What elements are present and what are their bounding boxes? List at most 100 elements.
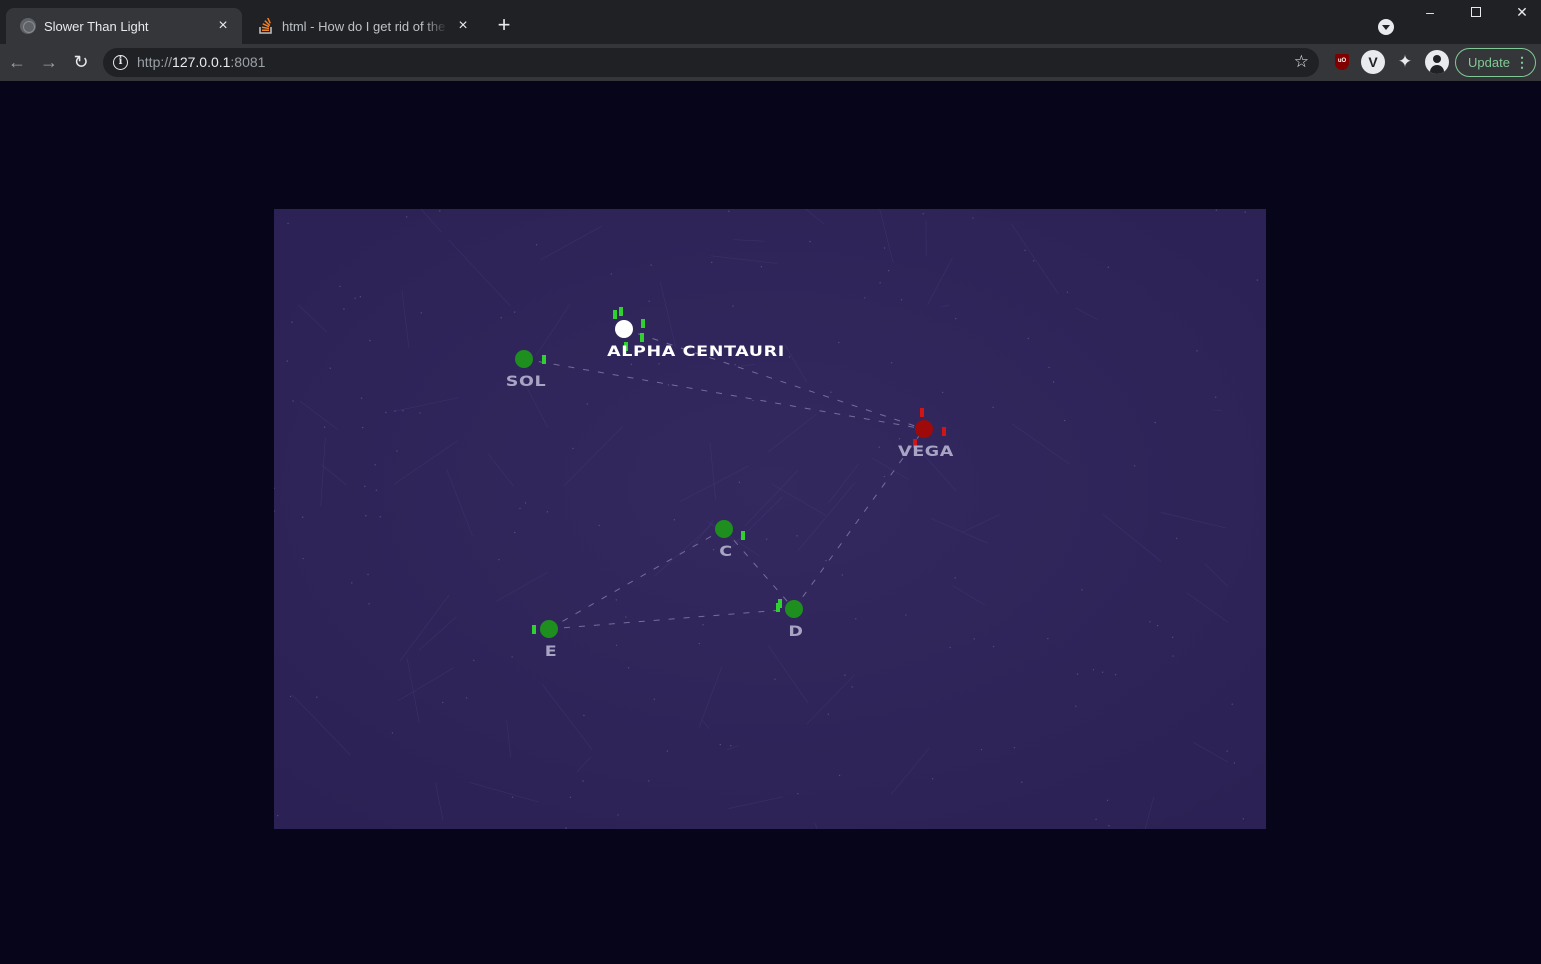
star-alpha[interactable] xyxy=(615,320,633,338)
background-star xyxy=(1215,209,1218,211)
background-star xyxy=(1175,537,1178,540)
background-star xyxy=(931,778,934,780)
star-e[interactable] xyxy=(540,620,558,638)
background-star xyxy=(838,341,840,344)
background-star xyxy=(375,489,378,491)
background-star xyxy=(513,311,516,313)
star-map[interactable]: SOL ALPHA CENTAURI VEGA C D E xyxy=(274,209,1266,829)
v-extension-icon[interactable]: V xyxy=(1361,50,1385,74)
background-star xyxy=(712,548,715,551)
background-star xyxy=(289,695,292,698)
close-tab-icon[interactable]: × xyxy=(214,18,232,34)
background-star xyxy=(405,216,408,218)
back-button[interactable]: ← xyxy=(5,50,29,74)
extensions-puzzle-icon[interactable]: ✦ xyxy=(1393,50,1417,74)
background-star xyxy=(1156,624,1159,627)
background-star xyxy=(583,714,585,717)
ublock-extension-icon[interactable]: uO xyxy=(1330,50,1354,74)
star-vega[interactable] xyxy=(915,420,933,438)
background-star xyxy=(1256,279,1259,281)
close-window-button[interactable]: ✕ xyxy=(1499,0,1541,26)
star-label-vega: VEGA xyxy=(898,444,953,460)
background-star xyxy=(302,516,304,518)
bookmark-star-icon[interactable]: ☆ xyxy=(1294,52,1309,72)
background-star xyxy=(292,400,294,402)
tab-search-icon[interactable] xyxy=(1378,19,1394,35)
background-star xyxy=(615,599,618,601)
background-star xyxy=(535,244,538,246)
background-star xyxy=(648,780,650,782)
background-star xyxy=(339,285,341,288)
background-star xyxy=(710,261,713,264)
star-label-c: C xyxy=(719,544,732,560)
minimize-button[interactable]: – xyxy=(1407,0,1453,26)
background-star xyxy=(565,827,567,829)
close-tab-icon[interactable]: × xyxy=(454,18,472,34)
star-sol[interactable] xyxy=(515,350,533,368)
star-c[interactable] xyxy=(715,520,733,538)
background-star xyxy=(302,557,304,560)
background-star xyxy=(666,750,669,752)
background-star xyxy=(883,247,886,249)
background-star xyxy=(954,577,956,579)
star-label-text: D xyxy=(788,624,804,640)
background-star xyxy=(1226,750,1228,752)
background-star xyxy=(473,659,475,662)
background-star xyxy=(519,507,521,510)
background-star xyxy=(1244,211,1246,213)
maximize-button[interactable] xyxy=(1453,0,1499,26)
info-icon[interactable]: i xyxy=(113,55,128,70)
background-star xyxy=(1154,421,1156,424)
url-text[interactable]: http://127.0.0.1:8081 xyxy=(137,54,265,70)
background-star xyxy=(1196,350,1198,352)
background-star xyxy=(277,814,279,817)
background-star xyxy=(286,360,289,362)
background-star xyxy=(615,644,618,647)
background-star xyxy=(738,481,741,484)
v-logo: V xyxy=(1361,50,1385,74)
new-tab-button[interactable]: + xyxy=(492,14,516,38)
background-star xyxy=(514,531,516,534)
background-star xyxy=(369,339,371,342)
background-star xyxy=(511,796,514,798)
background-star xyxy=(900,299,903,301)
star-d[interactable] xyxy=(785,600,803,618)
background-star xyxy=(864,297,866,299)
background-star xyxy=(360,397,363,399)
address-bar[interactable]: i http://127.0.0.1:8081 ☆ xyxy=(103,48,1319,77)
background-star xyxy=(1048,366,1050,369)
tab-title: Slower Than Light xyxy=(44,18,149,34)
ship-marker xyxy=(619,307,623,316)
menu-dots-icon[interactable]: ⋮ xyxy=(1515,49,1529,76)
background-star xyxy=(765,538,768,540)
background-star xyxy=(630,363,633,366)
background-star xyxy=(1106,799,1109,802)
background-star xyxy=(524,502,527,504)
update-button[interactable]: Update ⋮ xyxy=(1455,48,1536,77)
ship-marker xyxy=(641,319,645,328)
forward-button[interactable]: → xyxy=(37,50,61,74)
background-star xyxy=(941,391,944,394)
background-star xyxy=(396,450,398,452)
background-star xyxy=(343,308,345,310)
background-star xyxy=(1242,818,1244,820)
background-star xyxy=(465,697,468,699)
background-star xyxy=(905,614,907,616)
tab-slower-than-light[interactable]: Slower Than Light × xyxy=(6,8,242,44)
reload-button[interactable]: ↻ xyxy=(69,50,93,74)
ship-marker xyxy=(920,408,924,417)
background-star xyxy=(980,748,983,751)
url-scheme: http:// xyxy=(137,54,173,70)
background-star xyxy=(420,312,422,314)
background-star xyxy=(441,701,444,704)
background-star xyxy=(1021,781,1023,783)
star-label-e: E xyxy=(545,644,557,660)
update-label: Update xyxy=(1468,55,1510,70)
background-star xyxy=(673,519,676,521)
star-label-text: ALPHA CENTAURI xyxy=(607,344,785,360)
tab-stackoverflow[interactable]: html - How do I get rid of the scr × xyxy=(244,8,482,44)
background-star xyxy=(1052,381,1055,383)
star-label-alpha: ALPHA CENTAURI xyxy=(607,344,784,360)
profile-avatar-icon[interactable] xyxy=(1425,50,1449,74)
background-star xyxy=(511,656,513,658)
